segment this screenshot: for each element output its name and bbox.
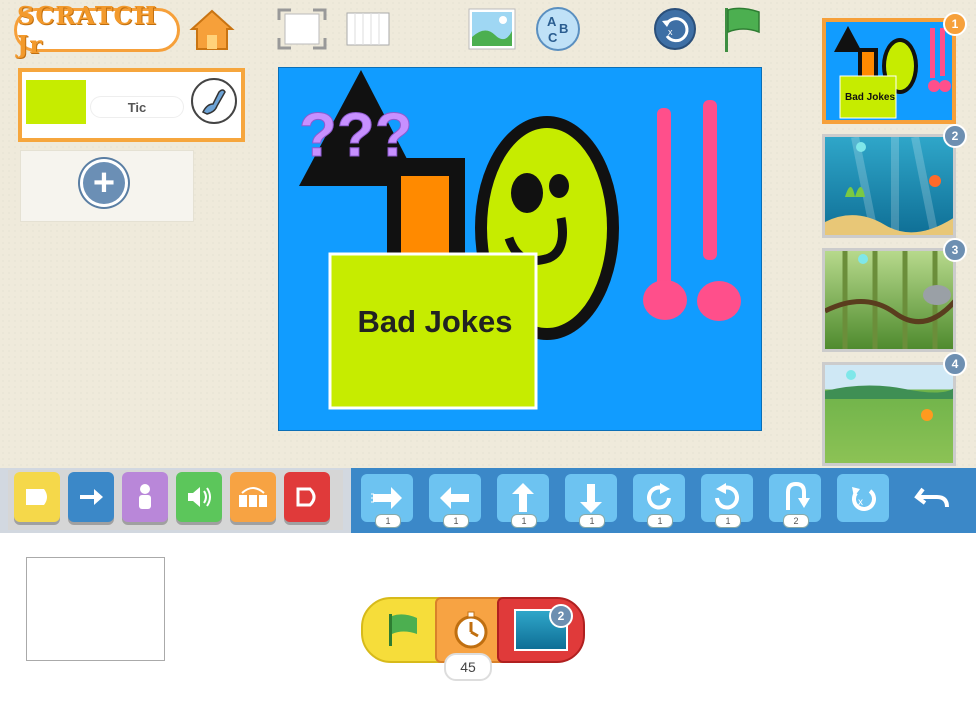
go-to-page-number: 2 [549, 604, 573, 628]
script-block-go-to-page[interactable] [497, 597, 585, 663]
triggering-category-icon[interactable] [14, 472, 60, 522]
page-number-2: 2 [943, 124, 967, 148]
page-thumb-1[interactable]: Bad Jokes [822, 18, 956, 124]
sprite-thumbnail [26, 80, 86, 124]
sprite-item-tic[interactable]: Tic [18, 68, 245, 142]
home-icon[interactable] [188, 6, 236, 54]
wait-value-field[interactable]: 45 [444, 653, 492, 681]
svg-text:B: B [559, 21, 568, 36]
page-thumb-label: Bad Jokes [844, 92, 896, 103]
svg-text:A: A [547, 14, 557, 29]
orange-rectangle [401, 176, 449, 262]
turn-right-block[interactable]: 1 [633, 474, 685, 528]
grid-icon[interactable] [344, 8, 392, 50]
page-number-4: 4 [943, 352, 967, 376]
move-up-block[interactable]: 1 [497, 474, 549, 528]
page-thumb-2[interactable] [822, 134, 956, 238]
green-flag-icon[interactable] [718, 4, 766, 54]
svg-text:x: x [858, 497, 863, 508]
pink-bar-right [703, 100, 717, 260]
script-block-green-flag[interactable] [361, 597, 445, 663]
reset-characters-icon[interactable]: x [652, 6, 698, 52]
turn-left-block[interactable]: 1 [701, 474, 753, 528]
page-thumb-3[interactable] [822, 248, 956, 352]
move-left-block[interactable]: 1 [429, 474, 481, 528]
script-minimap[interactable] [26, 557, 165, 661]
motion-category-icon[interactable] [68, 472, 114, 522]
svg-text:x: x [668, 27, 673, 37]
block-number[interactable]: 1 [647, 514, 673, 528]
hop-block[interactable]: 2 [769, 474, 821, 528]
paintbrush-icon[interactable] [191, 78, 237, 124]
motion-blocks-panel: 1 1 1 1 1 1 2 x [351, 468, 976, 533]
pink-bar-left [657, 108, 671, 288]
category-bar [8, 470, 343, 530]
move-down-block[interactable]: 1 [565, 474, 617, 528]
page-thumb-4[interactable] [822, 362, 956, 466]
sprite-name-label[interactable]: Tic [90, 96, 184, 118]
page-number-3: 3 [943, 238, 967, 262]
end-category-icon[interactable] [284, 472, 330, 522]
background-icon[interactable] [466, 6, 518, 52]
logo-text: SCRATCH Jr [17, 1, 158, 59]
control-category-icon[interactable] [230, 472, 276, 522]
text-abc-icon[interactable]: ABC [534, 5, 582, 53]
stage-title-text[interactable]: Bad Jokes [330, 304, 540, 340]
block-number[interactable]: 1 [511, 514, 537, 528]
block-number[interactable]: 1 [375, 514, 401, 528]
svg-text:C: C [548, 30, 558, 45]
sound-category-icon[interactable] [176, 472, 222, 522]
add-sprite-area: + [20, 150, 194, 222]
page-number-1: 1 [943, 12, 967, 36]
scratchjr-logo: SCRATCH Jr [14, 1, 180, 59]
fullscreen-icon[interactable] [274, 6, 330, 52]
stopwatch-icon [454, 611, 488, 649]
undo-icon[interactable] [911, 478, 955, 518]
move-right-block[interactable]: 1 [361, 474, 413, 528]
add-icon[interactable]: + [80, 159, 128, 207]
block-number[interactable]: 2 [783, 514, 809, 528]
looks-category-icon[interactable] [122, 472, 168, 522]
stage-canvas[interactable]: ??? Bad Jokes [278, 67, 762, 431]
block-number[interactable]: 1 [715, 514, 741, 528]
go-home-block[interactable]: x [837, 474, 889, 522]
block-number[interactable]: 1 [579, 514, 605, 528]
green-flag-icon [389, 614, 417, 646]
block-number[interactable]: 1 [443, 514, 469, 528]
